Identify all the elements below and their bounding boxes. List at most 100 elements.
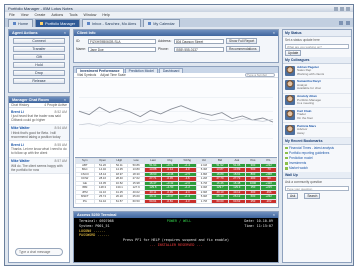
- phone-field[interactable]: (555) 555-0137: [174, 46, 224, 52]
- table-cell: 60.62: [227, 198, 246, 204]
- chat-time: 8:57 AM: [54, 159, 67, 163]
- search-icon[interactable]: [339, 21, 343, 25]
- gift-button[interactable]: Gift: [13, 53, 65, 60]
- chat-author[interactable]: Mike Walter: [11, 126, 30, 130]
- chat-message: Brent Li 8:52 AM I just heard that the tr…: [9, 108, 69, 125]
- tab-portfolio-manager[interactable]: Portfolio Manager: [35, 19, 81, 27]
- phone-label: Phone:: [158, 47, 169, 51]
- panel-title: Manager Chat Room: [12, 98, 49, 102]
- transfer-button[interactable]: Transfer: [13, 45, 65, 52]
- tab-label: Portfolio Manager: [45, 21, 76, 26]
- tab-dashboard[interactable]: Dashboard: [158, 67, 184, 73]
- release-button[interactable]: Release: [13, 77, 65, 84]
- close-icon[interactable]: [346, 6, 350, 11]
- avatar: [285, 124, 295, 135]
- colleague-item[interactable]: Carl Clain Trader On the floor: [283, 108, 351, 124]
- avatar: [285, 80, 295, 91]
- address-label: Address:: [158, 39, 172, 43]
- chat-text: Thanks. Let me know what I need to do to…: [11, 147, 67, 155]
- table-cell: 61.42: [93, 198, 112, 204]
- bookmark-link[interactable]: Market watch: [283, 166, 351, 171]
- terminal-screen[interactable]: Terminal: 0E07068 POWER / WELL Date: 10-10…: [75, 218, 277, 261]
- close-icon[interactable]: ×: [64, 31, 66, 35]
- tab-label: Home: [18, 21, 29, 26]
- table-cell: 250: [244, 198, 262, 204]
- panel-title: Client Info: [77, 31, 96, 35]
- chat-history-link[interactable]: Chat History: [11, 103, 29, 107]
- colleague-item[interactable]: Samantha Daryn Analyst Available for chat: [283, 79, 351, 94]
- question-input[interactable]: Type your question: [285, 185, 349, 191]
- connect-button[interactable]: Connect: [13, 37, 65, 44]
- close-icon[interactable]: ×: [64, 98, 66, 102]
- workspace: Agent Actions × Connect Transfer Gift Hol…: [5, 27, 353, 263]
- colleague-note: On the floor: [297, 116, 314, 121]
- colleague-item[interactable]: Patricia Mars Advisor Away: [283, 123, 351, 138]
- window-title: Portfolio Manager - IBM Lotus Notes: [8, 6, 73, 11]
- chart-svg: [75, 80, 277, 156]
- colleague-item[interactable]: Adrian Pagoler Sales Rep Working with clie…: [283, 64, 351, 79]
- window-controls: [334, 6, 350, 11]
- performance-chart[interactable]: [75, 80, 277, 156]
- colleague-note: Available for chat: [297, 86, 321, 91]
- menu-file[interactable]: File: [9, 13, 15, 17]
- menu-actions[interactable]: Actions: [51, 13, 63, 17]
- adjust-time-scale-button[interactable]: Adjust Time Scale: [100, 73, 126, 77]
- tab-prediction-model[interactable]: Prediction Model: [124, 67, 158, 73]
- terminal-panel: Access 5250 Terminal × Terminal: 0E07068 P…: [73, 211, 279, 263]
- hold-button[interactable]: Hold: [13, 61, 65, 68]
- chat-author[interactable]: Brent Li: [11, 110, 24, 114]
- chat-author[interactable]: Mike Walter: [11, 159, 30, 163]
- chat-text: I just heard that the trader was said Ci…: [11, 114, 61, 122]
- wiki-text: Ask a community question: [285, 179, 323, 184]
- menu-help[interactable]: Help: [102, 13, 109, 17]
- terminal-status: POWER / WELL: [166, 219, 192, 223]
- menu-tools[interactable]: Tools: [69, 13, 77, 17]
- chat-panel: Manager Chat Room × Chat History 4 People…: [8, 96, 70, 263]
- client-name-field[interactable]: Jane Doe: [88, 46, 156, 52]
- chat-author[interactable]: Brent Li: [11, 143, 24, 147]
- status-input[interactable]: What are you working on?: [285, 44, 349, 49]
- close-icon[interactable]: ×: [273, 213, 275, 217]
- menu-create[interactable]: Create: [35, 13, 46, 17]
- wiki-heading: Wall Up: [283, 171, 351, 179]
- search-button[interactable]: Search: [304, 192, 321, 199]
- table-row[interactable]: PG 61.42 61.57 60.50 60.61 -0.81 -1.3 1.7M 60.60…: [75, 198, 277, 204]
- positions-grid: Sym Open High Low Last Chg %Chg Vol Bid Ask Pos P/L…: [75, 157, 277, 206]
- home-icon: [13, 22, 16, 25]
- client-row-1: ID: FIZXHS9B06OB-SLA Address: 804 Dawson…: [76, 38, 276, 44]
- tab-inbox[interactable]: Inbox - Sanchez, Mo Aims: [82, 19, 142, 27]
- menu-view[interactable]: View: [21, 13, 29, 17]
- maximize-icon[interactable]: [340, 6, 344, 11]
- colleague-item[interactable]: Anatoly Altan Portfolio Manager In a meeti…: [283, 94, 351, 109]
- recommendations-button[interactable]: Recommendations: [226, 46, 260, 52]
- table-cell: PG: [75, 198, 95, 204]
- close-icon[interactable]: ×: [273, 31, 275, 35]
- investment-panel: Investment Performance Prediction Model …: [73, 66, 279, 208]
- client-id-field[interactable]: FIZXHS9B06OB-SLA: [88, 38, 156, 44]
- id-label: ID:: [76, 39, 81, 43]
- chat-text: Will do. The client seems happy with the…: [11, 163, 63, 172]
- colleague-note: Working with clients: [297, 71, 325, 76]
- calendar-icon: [148, 22, 152, 25]
- ask-button[interactable]: Ask: [287, 192, 299, 199]
- tab-home[interactable]: Home: [8, 19, 34, 27]
- agent-actions-panel: Agent Actions × Connect Transfer Gift Hol…: [8, 29, 70, 93]
- avatar: [285, 65, 295, 76]
- symbol-search-input[interactable]: Type a Symbol: [245, 73, 275, 77]
- menu-window[interactable]: Window: [84, 13, 97, 17]
- avatar: [285, 95, 295, 106]
- panel-title: Access 5250 Terminal: [77, 213, 117, 217]
- colleague-note: In a meeting: [297, 101, 315, 106]
- drop-button[interactable]: Drop: [13, 69, 65, 76]
- tab-calendar[interactable]: My Calendar: [143, 19, 180, 27]
- show-full-report-button[interactable]: Show Full Report: [226, 38, 258, 44]
- vital-symbols-button[interactable]: Vital Symbols: [77, 73, 96, 77]
- bookmarks-heading: My Recent Bookmarks: [283, 137, 351, 145]
- table-cell: 61.57: [110, 198, 129, 204]
- update-status-button[interactable]: Update: [285, 50, 302, 56]
- minimize-icon[interactable]: [334, 6, 338, 11]
- address-field[interactable]: 804 Dawson Street: [174, 38, 224, 44]
- avatar: [285, 109, 295, 120]
- chat-input[interactable]: Type a chat message: [15, 248, 63, 256]
- settings-icon[interactable]: [346, 21, 350, 25]
